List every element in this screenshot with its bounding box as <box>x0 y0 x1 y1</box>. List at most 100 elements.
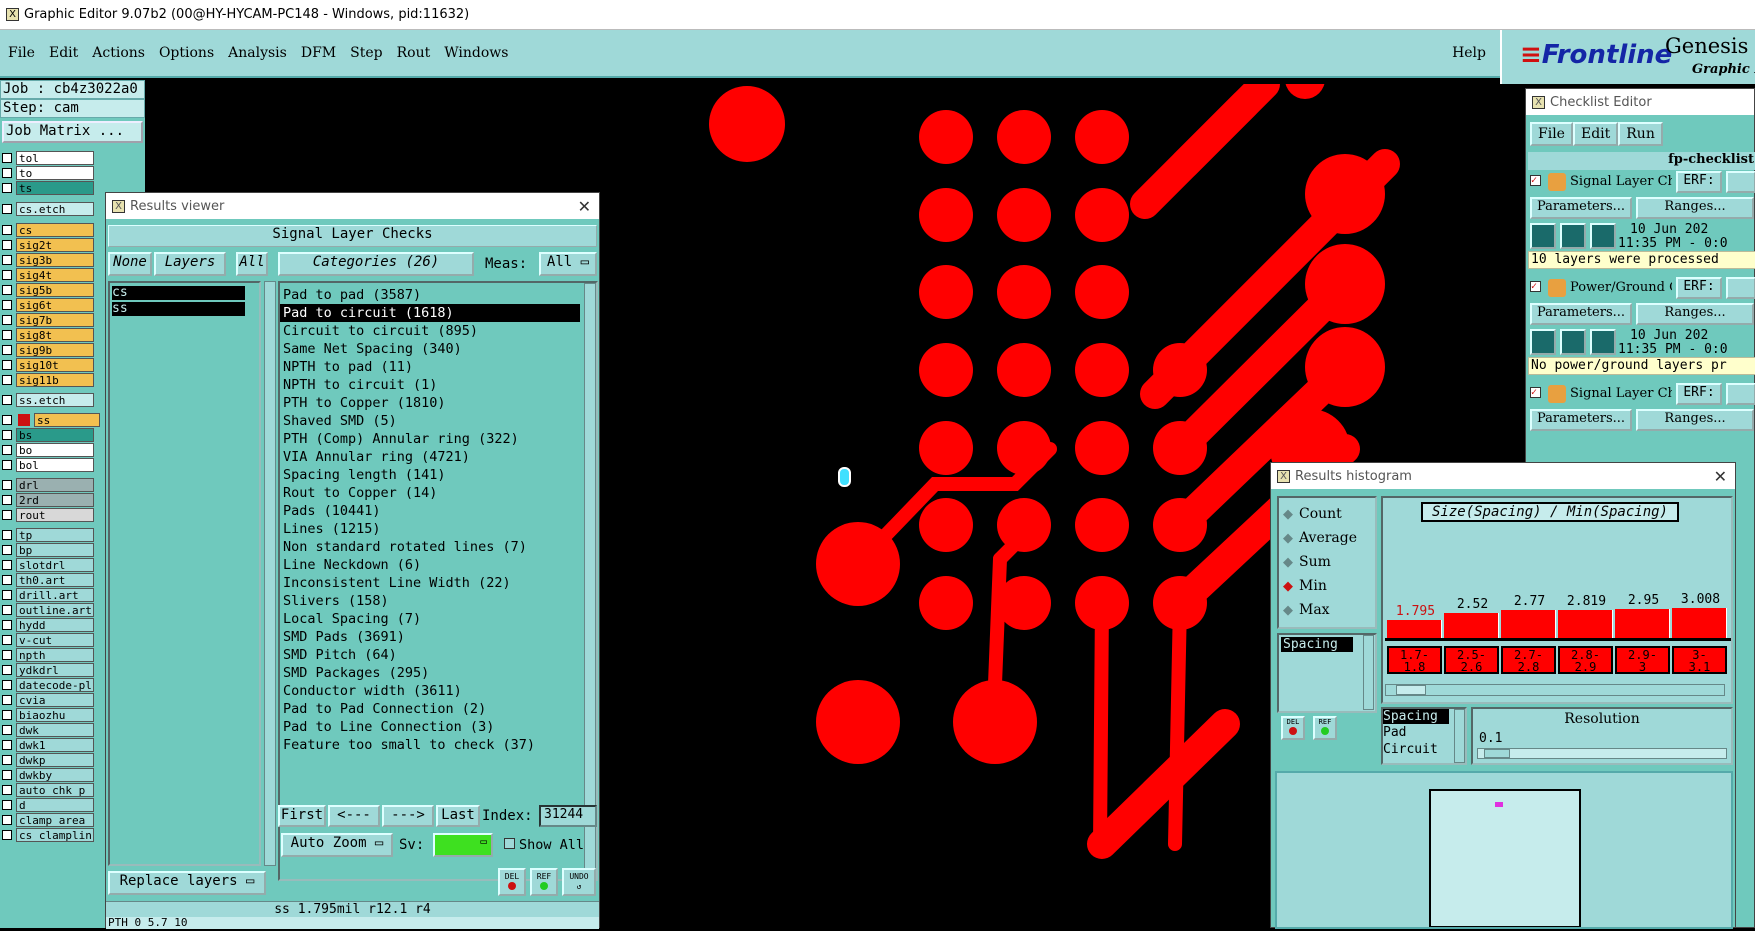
ref-button[interactable]: REF <box>530 868 558 896</box>
layer-list-scrollbar[interactable] <box>264 281 276 866</box>
job-matrix-button[interactable]: Job Matrix ... <box>2 121 143 143</box>
category-item[interactable]: NPTH to pad (11) <box>280 358 580 376</box>
bar-range-label[interactable]: 2.5- 2.6 <box>1444 646 1499 674</box>
bar-range-label[interactable]: 2.9- 3 <box>1615 646 1670 674</box>
layer-name[interactable]: sig8t <box>16 327 94 342</box>
layer-checkbox[interactable] <box>2 359 12 370</box>
layer-checkbox[interactable] <box>2 394 12 405</box>
category-item[interactable]: VIA Annular ring (4721) <box>280 448 580 466</box>
category-item[interactable]: Pad to circuit (1618) <box>280 304 580 322</box>
mode-radio-count[interactable]: ◆ Count <box>1279 502 1375 526</box>
layer-checkbox[interactable] <box>2 444 12 455</box>
category-item[interactable]: Pads (10441) <box>280 502 580 520</box>
category-item[interactable]: Pad to pad (3587) <box>280 286 580 304</box>
layer-name[interactable]: sig10t <box>16 357 94 372</box>
layer-name[interactable]: sig3b <box>16 252 94 267</box>
histogram-list-scrollbar[interactable] <box>1363 635 1374 710</box>
category-item[interactable]: Lines (1215) <box>280 520 580 538</box>
resolution-slider[interactable] <box>1477 748 1727 759</box>
layer-name[interactable]: outline.art <box>16 602 94 617</box>
menu-windows[interactable]: Windows <box>444 45 508 61</box>
erf-button[interactable]: ERF: <box>1676 277 1722 299</box>
layer-checkbox[interactable] <box>2 254 12 265</box>
item-checkbox[interactable]: ✓ <box>1530 175 1541 186</box>
autozoom-dropdown[interactable]: Auto Zoom ▭ <box>281 833 393 857</box>
menu-dfm[interactable]: DFM <box>301 45 336 61</box>
category-item[interactable]: SMD Pads (3691) <box>280 628 580 646</box>
category-item[interactable]: Conductor width (3611) <box>280 682 580 700</box>
checklist-menu-edit[interactable]: Edit <box>1572 122 1619 146</box>
layer-name[interactable]: slotdrl <box>16 557 94 572</box>
item-checkbox[interactable]: ✓ <box>1530 387 1541 398</box>
layer-checkbox[interactable] <box>2 649 12 660</box>
layer-checkbox[interactable] <box>2 769 12 780</box>
layer-checkbox[interactable] <box>2 739 12 750</box>
layer-checkbox[interactable] <box>2 414 12 425</box>
layer-name[interactable]: bol <box>16 457 94 472</box>
layer-checkbox[interactable] <box>2 679 12 690</box>
layer-name[interactable]: dwkby <box>16 767 94 782</box>
layer-name[interactable]: tol <box>16 150 94 165</box>
layer-row[interactable]: to <box>0 165 145 180</box>
erf-dropdown[interactable] <box>1726 383 1755 405</box>
layer-name[interactable]: sig7b <box>16 312 94 327</box>
bar-range-label[interactable]: 3- 3.1 <box>1672 646 1727 674</box>
layer-name[interactable]: biaozhu <box>16 707 94 722</box>
item-checkbox[interactable]: ✓ <box>1530 281 1541 292</box>
category-item[interactable]: Line Neckdown (6) <box>280 556 580 574</box>
layer-name[interactable]: ts <box>16 180 94 195</box>
type-item-circuit[interactable]: Circuit <box>1383 741 1465 758</box>
layer-name[interactable]: bo <box>16 442 94 457</box>
layer-checkbox[interactable] <box>2 664 12 675</box>
menu-options[interactable]: Options <box>159 45 214 61</box>
all-button[interactable]: All <box>236 252 268 276</box>
layer-checkbox[interactable] <box>2 574 12 585</box>
layer-name[interactable]: to <box>16 165 94 180</box>
close-icon[interactable]: ✕ <box>1714 467 1727 486</box>
category-item[interactable]: Same Net Spacing (340) <box>280 340 580 358</box>
erf-button[interactable]: ERF: <box>1676 383 1722 405</box>
layer-checkbox[interactable] <box>2 314 12 325</box>
bar-range-label[interactable]: 2.8- 2.9 <box>1558 646 1613 674</box>
layer-checkbox[interactable] <box>2 299 12 310</box>
histogram-bar[interactable] <box>1387 620 1442 638</box>
layer-name[interactable]: auto_chk_p <box>16 782 94 797</box>
category-item[interactable]: Rout to Copper (14) <box>280 484 580 502</box>
category-item[interactable]: Circuit to circuit (895) <box>280 322 580 340</box>
layer-name[interactable]: dwkp <box>16 752 94 767</box>
histogram-bar[interactable] <box>1501 610 1556 638</box>
category-item[interactable]: PTH (Comp) Annular ring (322) <box>280 430 580 448</box>
type-item-pad[interactable]: Pad <box>1383 724 1465 741</box>
layer-checkbox[interactable] <box>2 694 12 705</box>
histogram-list-item[interactable]: Spacing <box>1281 637 1353 652</box>
layer-name[interactable]: hydd <box>16 617 94 632</box>
category-item[interactable]: NPTH to circuit (1) <box>280 376 580 394</box>
layer-checkbox[interactable] <box>2 374 12 385</box>
next-button[interactable]: ---> <box>382 805 434 827</box>
parameters-button[interactable]: Parameters... <box>1530 197 1632 219</box>
layer-name[interactable]: dwk <box>16 722 94 737</box>
category-item[interactable]: Inconsistent Line Width (22) <box>280 574 580 592</box>
parameters-button[interactable]: Parameters... <box>1530 303 1632 325</box>
layer-checkbox[interactable] <box>2 224 12 235</box>
layer-name[interactable]: cvia <box>16 692 94 707</box>
erf-dropdown[interactable] <box>1726 171 1755 193</box>
histogram-list[interactable]: Spacing <box>1277 633 1377 713</box>
layer-item[interactable]: cs <box>112 286 245 300</box>
layer-checkbox[interactable] <box>2 604 12 615</box>
menu-step[interactable]: Step <box>350 45 382 61</box>
bar-range-label[interactable]: 2.7- 2.8 <box>1501 646 1556 674</box>
layer-name[interactable]: cs <box>16 222 94 237</box>
category-item[interactable]: Non standard rotated lines (7) <box>280 538 580 556</box>
layer-name[interactable]: drl <box>16 477 94 492</box>
layer-name[interactable]: v-cut <box>16 632 94 647</box>
layer-checkbox[interactable] <box>2 509 12 520</box>
bar-range-label[interactable]: 1.7- 1.8 <box>1387 646 1442 674</box>
layer-name[interactable]: cs.etch <box>16 201 94 216</box>
layer-checkbox[interactable] <box>2 634 12 645</box>
layer-name[interactable]: tp <box>16 527 94 542</box>
layer-checkbox[interactable] <box>2 529 12 540</box>
layer-checkbox[interactable] <box>2 619 12 630</box>
sv-color-dropdown[interactable]: ▭ <box>433 833 493 857</box>
category-list[interactable]: Pad to pad (3587) Pad to circuit (1618) Ci… <box>278 281 598 881</box>
